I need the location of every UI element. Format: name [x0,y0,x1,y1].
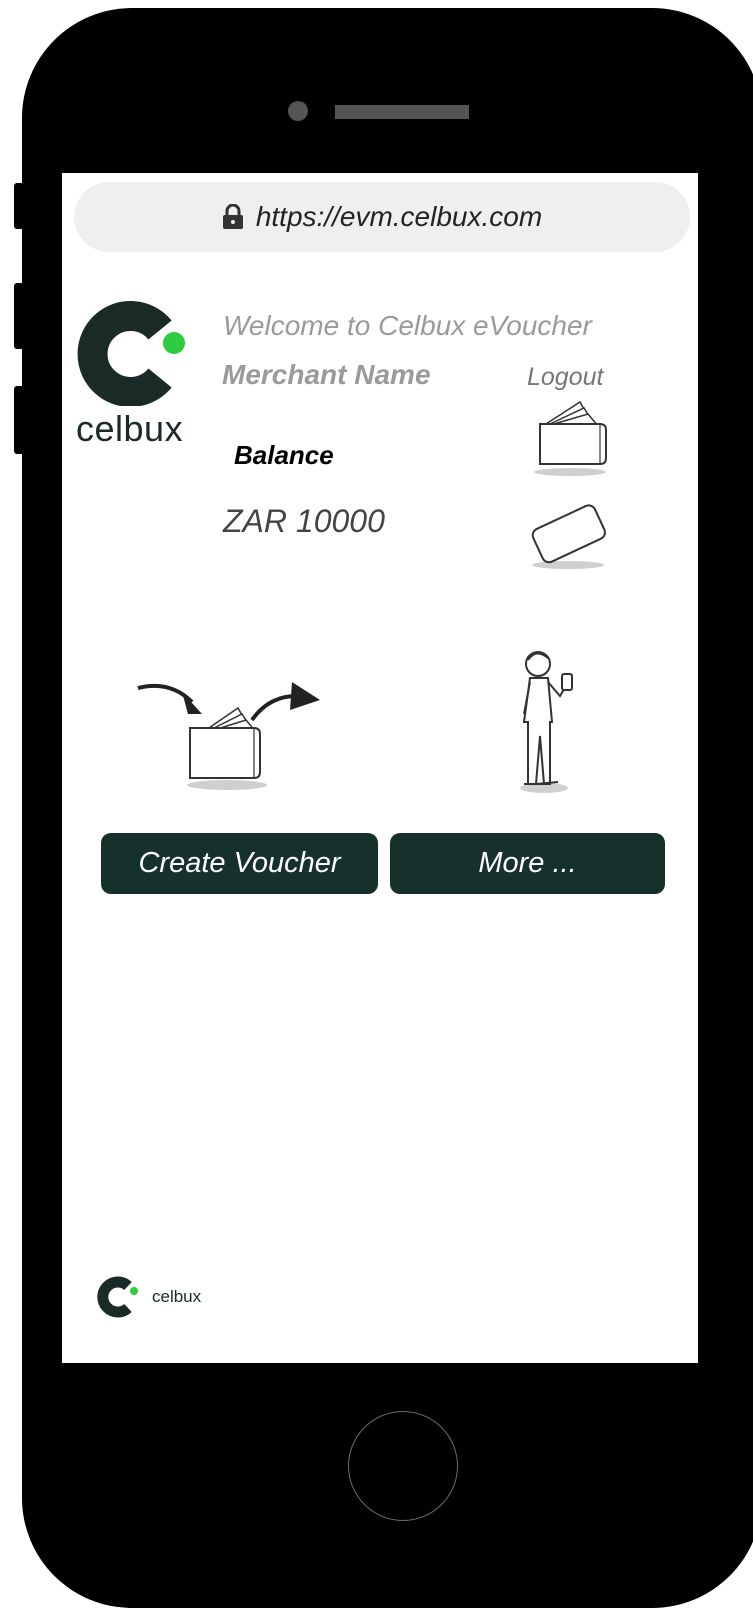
voucher-transfer-icon[interactable] [130,672,330,794]
balance-label: Balance [234,440,334,470]
earpiece-speaker [335,105,469,119]
create-voucher-button[interactable]: Create Voucher [101,833,378,894]
more-label: More ... [478,847,577,879]
balance-value: ZAR 10000 [223,503,385,539]
welcome-text: Welcome to Celbux eVoucher [223,310,592,341]
celbux-small-logo-icon [97,1276,138,1318]
footer-logo: celbux [94,1272,201,1322]
front-camera [288,101,308,121]
celbux-logo-text: celbux [76,408,184,449]
lock-icon [222,203,244,230]
card-icon[interactable] [522,498,614,572]
browser-url-bar[interactable]: https://evm.celbux.com [74,182,690,252]
create-voucher-label: Create Voucher [138,847,341,879]
wallet-icon[interactable] [524,394,614,480]
merchant-name: Merchant Name [222,359,431,390]
logout-link[interactable]: Logout [527,363,603,392]
more-button[interactable]: More ... [390,833,665,894]
person-with-phone-icon[interactable] [500,644,590,794]
footer-brand-text: celbux [152,1287,202,1306]
home-button[interactable] [348,1411,458,1521]
browser-url-text: https://evm.celbux.com [255,201,543,232]
